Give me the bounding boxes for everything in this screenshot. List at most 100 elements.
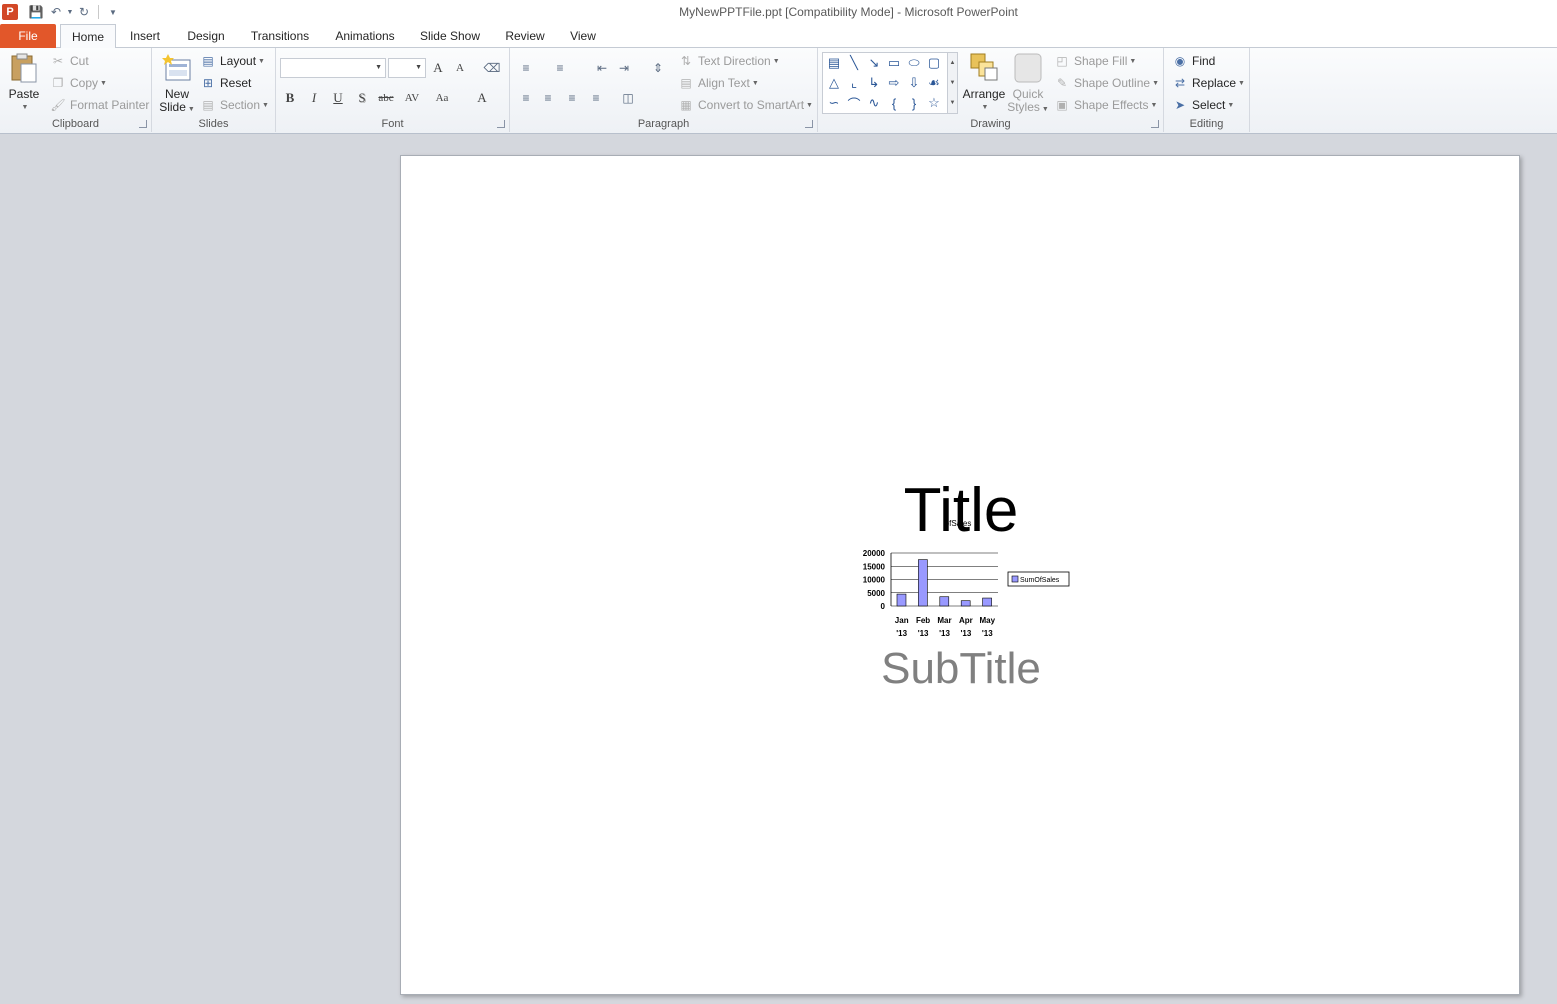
- shrink-font-icon[interactable]: A: [450, 58, 470, 78]
- increase-indent-icon[interactable]: ⇥: [614, 58, 634, 78]
- drawing-dialog-launcher-icon[interactable]: [1151, 120, 1159, 128]
- convert-smartart-button[interactable]: ▦ Convert to SmartArt ▼: [678, 97, 813, 113]
- chart-bar: [918, 559, 928, 607]
- chart-y-tick-label: 15000: [863, 562, 886, 571]
- new-slide-button[interactable]: New Slide ▼: [158, 52, 196, 116]
- text-box-shape-icon[interactable]: ▤: [825, 54, 843, 72]
- paste-dropdown-icon[interactable]: ▼: [22, 101, 29, 114]
- text-shadow-icon[interactable]: S: [352, 88, 372, 108]
- layout-button[interactable]: ▤ Layout ▼: [200, 53, 265, 69]
- font-name-combo[interactable]: ▼: [280, 58, 386, 78]
- freeform-shape-icon[interactable]: ☙: [925, 74, 943, 92]
- bold-icon[interactable]: B: [280, 88, 300, 108]
- tab-insert[interactable]: Insert: [122, 24, 168, 48]
- line-shape-icon[interactable]: ╲: [845, 54, 863, 72]
- paste-button[interactable]: Paste ▼: [6, 52, 42, 114]
- shape-effects-button[interactable]: ▣ Shape Effects ▼: [1054, 97, 1157, 113]
- quick-styles-button[interactable]: Quick Styles ▼: [1007, 52, 1049, 116]
- shape-outline-dropdown-icon: ▼: [1152, 79, 1159, 87]
- arrange-button[interactable]: Arrange ▼: [962, 52, 1006, 114]
- font-dialog-launcher-icon[interactable]: [497, 120, 505, 128]
- change-case-icon[interactable]: Aa: [432, 88, 452, 108]
- rectangle-shape-icon[interactable]: ▭: [885, 54, 903, 72]
- chart-y-tick-label: 5000: [867, 589, 885, 598]
- chart-legend-swatch: [1011, 575, 1019, 583]
- curved-connector-shape-icon[interactable]: ∽: [825, 94, 843, 112]
- shape-outline-button[interactable]: ✎ Shape Outline ▼: [1054, 75, 1159, 91]
- find-button[interactable]: ◉ Find: [1172, 53, 1216, 69]
- shapes-gallery[interactable]: ▤ ╲ ↘ ▭ ⬭ ▢ △ ⌞ ↳ ⇨ ⇩ ☙ ∽ ⌒ ∿ { } ☆ ▲ ▼ …: [822, 52, 958, 114]
- justify-icon[interactable]: ≡: [586, 88, 606, 108]
- sales-chart[interactable]: ofSales 0 5000 10000 15000 20000 Jan '13 Feb '13 M…: [847, 506, 1077, 636]
- right-brace-shape-icon[interactable]: }: [905, 94, 923, 112]
- align-text-button[interactable]: ▤ Align Text ▼: [678, 75, 758, 91]
- replace-label: Replace: [1192, 76, 1237, 90]
- drawing-group-label: Drawing: [970, 118, 1011, 130]
- cut-button[interactable]: ✂ Cut: [50, 53, 89, 69]
- reset-button[interactable]: ⊞ Reset: [200, 75, 251, 91]
- slide-subtitle[interactable]: SubTitle: [401, 644, 1521, 694]
- curve-shape-icon[interactable]: ∿: [865, 94, 883, 112]
- quick-styles-label-2: Styles ▼: [1007, 101, 1049, 116]
- align-center-icon[interactable]: ≡: [538, 88, 558, 108]
- text-direction-button[interactable]: ⇅ Text Direction ▼: [678, 53, 780, 69]
- oval-shape-icon[interactable]: ⬭: [905, 54, 923, 72]
- tab-design[interactable]: Design: [180, 24, 232, 48]
- section-button[interactable]: ▤ Section ▼: [200, 97, 269, 113]
- slide-canvas[interactable]: Title ofSales 0 5000 10000 15000 20000 Jan '13 F…: [400, 155, 1520, 995]
- strikethrough-icon[interactable]: abc: [376, 88, 396, 108]
- tab-transitions[interactable]: Transitions: [244, 24, 316, 48]
- line-spacing-icon[interactable]: ⇕: [648, 58, 668, 78]
- ribbon-tabs: File Home Insert Design Transitions Anim…: [0, 24, 1557, 49]
- tab-home[interactable]: Home: [60, 24, 116, 49]
- triangle-shape-icon[interactable]: △: [825, 74, 843, 92]
- italic-icon[interactable]: I: [304, 88, 324, 108]
- scissors-icon: ✂: [52, 54, 64, 68]
- elbow-connector-shape-icon[interactable]: ⌞: [845, 74, 863, 92]
- clear-formatting-icon[interactable]: ⌫: [482, 58, 502, 78]
- gallery-more-icon[interactable]: ▼: [950, 100, 956, 106]
- arc-shape-icon[interactable]: ⌒: [845, 94, 863, 112]
- arrow-line-shape-icon[interactable]: ↘: [865, 54, 883, 72]
- right-arrow-shape-icon[interactable]: ⇨: [885, 74, 903, 92]
- arrange-dropdown-icon: ▼: [981, 104, 989, 111]
- align-left-icon[interactable]: ≡: [516, 88, 536, 108]
- grow-font-icon[interactable]: A: [428, 58, 448, 78]
- clipboard-dialog-launcher-icon[interactable]: [139, 120, 147, 128]
- gallery-down-icon[interactable]: ▼: [950, 80, 956, 86]
- font-group-label: Font: [381, 118, 404, 130]
- left-brace-shape-icon[interactable]: {: [885, 94, 903, 112]
- format-painter-button[interactable]: 🖌 Format Painter: [50, 97, 149, 113]
- paste-icon: [11, 53, 37, 83]
- chart-x-tick-label: '13: [982, 629, 993, 636]
- star-shape-icon[interactable]: ☆: [925, 94, 943, 112]
- decrease-indent-icon[interactable]: ⇤: [592, 58, 612, 78]
- replace-button[interactable]: ⇄ Replace ▼: [1172, 75, 1245, 91]
- gallery-up-icon[interactable]: ▲: [950, 60, 956, 66]
- underline-icon[interactable]: U: [328, 88, 348, 108]
- columns-icon[interactable]: ◫: [618, 88, 638, 108]
- character-spacing-icon[interactable]: AV: [402, 88, 422, 108]
- select-button[interactable]: ➤ Select ▼: [1172, 97, 1234, 113]
- bullets-icon[interactable]: ≡: [516, 58, 536, 78]
- numbering-icon[interactable]: ≡: [550, 58, 570, 78]
- down-arrow-shape-icon[interactable]: ⇩: [905, 74, 923, 92]
- tab-view[interactable]: View: [562, 24, 604, 48]
- elbow-arrow-shape-icon[interactable]: ↳: [865, 74, 883, 92]
- align-right-icon[interactable]: ≡: [562, 88, 582, 108]
- paragraph-dialog-launcher-icon[interactable]: [805, 120, 813, 128]
- font-size-combo[interactable]: ▼: [388, 58, 426, 78]
- tab-file[interactable]: File: [0, 24, 56, 48]
- tab-review[interactable]: Review: [498, 24, 552, 48]
- tab-slide-show[interactable]: Slide Show: [414, 24, 486, 48]
- text-direction-dropdown-icon: ▼: [772, 57, 780, 65]
- tab-animations[interactable]: Animations: [328, 24, 402, 48]
- pen-icon: ✎: [1056, 76, 1068, 90]
- copy-button[interactable]: ❐ Copy ▼: [50, 75, 107, 91]
- gallery-scrollbar[interactable]: ▲ ▼ ▼: [947, 53, 957, 113]
- shape-fill-button[interactable]: ◰ Shape Fill ▼: [1054, 53, 1136, 69]
- font-group: ▼ ▼ A A ⌫ B I U S abc AV Aa A Font: [276, 48, 510, 132]
- font-color-icon[interactable]: A: [472, 88, 492, 108]
- rounded-rectangle-shape-icon[interactable]: ▢: [925, 54, 943, 72]
- slide-workspace[interactable]: Title ofSales 0 5000 10000 15000 20000 Jan '13 F…: [0, 134, 1557, 1004]
